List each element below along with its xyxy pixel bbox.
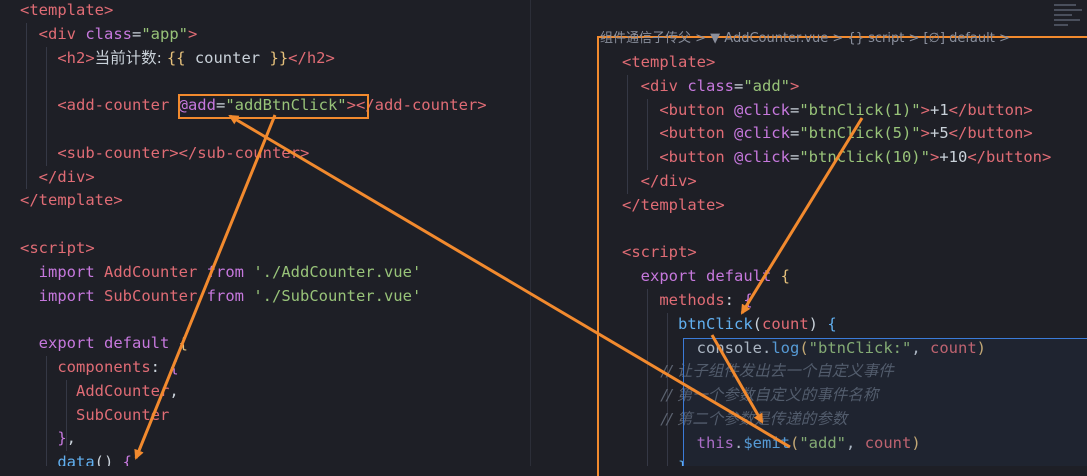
code-token: './AddCounter.vue' — [253, 262, 422, 281]
code-token: <script> — [20, 239, 95, 257]
method-body-highlight — [683, 338, 1087, 466]
code-line[interactable]: }, — [20, 427, 76, 450]
code-line[interactable]: AddCounter, — [20, 380, 179, 403]
code-token: , — [169, 381, 179, 400]
code-token: 当前计数: — [94, 48, 167, 67]
code-line[interactable]: data() { — [20, 451, 132, 466]
code-token: default — [104, 334, 179, 353]
code-token: { — [169, 358, 179, 376]
code-token: AddCounter — [104, 262, 207, 281]
code-token: <add-counter — [20, 96, 179, 115]
code-line[interactable]: import SubCounter from './SubCounter.vue… — [20, 285, 422, 308]
code-token: SubCounter — [20, 405, 170, 424]
code-token: () — [94, 453, 123, 466]
code-token: components — [20, 358, 151, 376]
code-token: SubCounter — [104, 286, 207, 305]
code-line[interactable]: <template> — [20, 0, 113, 22]
code-token: } — [20, 429, 67, 448]
code-token: = — [132, 24, 142, 43]
code-token: './SubCounter.vue' — [253, 286, 422, 305]
code-token: }} — [269, 48, 289, 67]
minimap[interactable] — [1048, 0, 1087, 28]
code-token: class — [85, 24, 132, 43]
code-line[interactable]: <div class="app"> — [20, 23, 198, 46]
code-token: data — [20, 453, 95, 466]
code-token: </h2> — [288, 48, 335, 67]
code-line[interactable]: <script> — [20, 237, 95, 260]
code-token: import — [20, 262, 104, 281]
breadcrumb[interactable]: 组件通信子传父 > ▼ AddCounter.vue > {} script >… — [600, 30, 1087, 48]
code-line[interactable]: </template> — [20, 189, 123, 212]
code-token: counter — [185, 48, 270, 67]
code-line[interactable]: </div> — [20, 166, 95, 189]
code-token: import — [20, 286, 104, 305]
code-line[interactable]: import AddCounter from './AddCounter.vue… — [20, 261, 422, 284]
code-token: </template> — [20, 191, 123, 210]
code-token: AddCounter — [20, 381, 170, 400]
code-token: > — [188, 24, 198, 43]
code-token: </div> — [20, 167, 95, 186]
code-token: "app" — [141, 24, 189, 43]
code-token: <h2> — [20, 48, 95, 67]
code-line[interactable]: export default { — [20, 332, 188, 355]
code-line[interactable]: components: { — [20, 356, 179, 379]
code-token: <sub-counter></sub-counter> — [20, 143, 310, 162]
code-token: , — [66, 429, 77, 448]
code-token: <template> — [20, 1, 114, 19]
code-token: export — [20, 334, 104, 353]
code-token: <div — [20, 24, 86, 43]
code-line[interactable]: <sub-counter></sub-counter> — [20, 142, 309, 165]
code-line[interactable]: <h2>当前计数: {{ counter }}</h2> — [20, 47, 335, 70]
code-token: { — [122, 453, 132, 466]
code-token: from — [206, 262, 254, 281]
code-token: { — [178, 334, 188, 353]
left-editor-pane[interactable]: <template> <div class="app"> <h2>当前计数: {… — [0, 0, 530, 466]
code-line[interactable]: SubCounter — [20, 404, 169, 427]
code-token: {{ — [166, 48, 186, 67]
code-token: : — [150, 358, 170, 376]
code-token: from — [206, 286, 254, 305]
event-binding-highlight — [178, 94, 369, 119]
